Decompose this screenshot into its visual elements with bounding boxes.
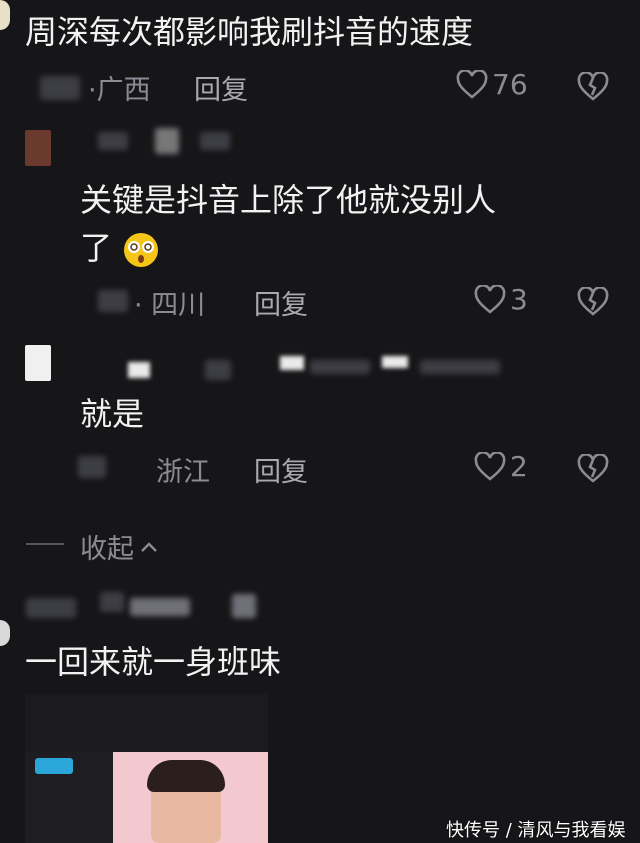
username-blurred (420, 360, 500, 374)
username-blurred (130, 598, 190, 616)
reply-button[interactable]: 回复 (254, 283, 308, 322)
like-count: 2 (510, 450, 528, 483)
comment-text: 周深每次都影响我刷抖音的速度 (25, 13, 474, 51)
like-count: 76 (492, 68, 528, 101)
username-blurred (310, 360, 370, 374)
like-count: 3 (510, 283, 528, 316)
username-blurred (382, 356, 408, 368)
person-hair (147, 760, 225, 792)
like-button[interactable]: 76 (456, 68, 528, 101)
avatar[interactable] (25, 345, 51, 381)
heart-icon (474, 284, 506, 315)
heart-icon (474, 451, 506, 482)
comment-location: ·广西 (88, 75, 151, 106)
reply-text: 关键是抖音上除了他就没别人 (80, 181, 497, 219)
like-button[interactable]: 2 (474, 450, 528, 483)
chevron-up-icon (138, 536, 160, 558)
username-blurred (26, 598, 76, 618)
avatar[interactable] (0, 0, 10, 30)
username-blurred (100, 592, 124, 612)
dislike-icon[interactable] (577, 72, 609, 102)
reply-location: · 四川 (134, 290, 206, 321)
reply-text: 了 (80, 228, 160, 269)
reply-text-line2: 了 (80, 229, 113, 267)
heart-icon (456, 69, 488, 100)
username-blurred (155, 128, 179, 154)
video-thumbnail[interactable] (25, 694, 268, 843)
username-blurred (205, 360, 231, 380)
username-blurred (98, 290, 128, 312)
dislike-icon[interactable] (577, 287, 609, 317)
collapse-divider (26, 543, 64, 545)
reply-location: 浙江 (156, 457, 210, 488)
avatar[interactable] (0, 620, 10, 646)
like-button[interactable]: 3 (474, 283, 528, 316)
dislike-icon[interactable] (577, 454, 609, 484)
username-blurred (40, 76, 80, 100)
username-blurred (232, 594, 256, 618)
username-blurred (78, 456, 106, 478)
collapse-label: 收起 (80, 534, 134, 565)
comment-text: 一回来就一身班味 (25, 643, 282, 681)
username-blurred (280, 356, 304, 370)
username-blurred (128, 362, 150, 378)
reply-text: 就是 (80, 395, 145, 433)
username-blurred (200, 132, 230, 150)
reply-button[interactable]: 回复 (254, 450, 308, 489)
collapse-button[interactable]: 收起 (80, 527, 160, 566)
watermark: 快传号 / 清风与我看娱 (446, 820, 626, 841)
channel-logo-icon (35, 758, 73, 774)
location-label: 广西 (96, 75, 151, 106)
avatar[interactable] (25, 130, 51, 166)
username-blurred (98, 132, 128, 150)
reply-button[interactable]: 回复 (194, 68, 248, 107)
dizzy-face-emoji (122, 231, 160, 269)
